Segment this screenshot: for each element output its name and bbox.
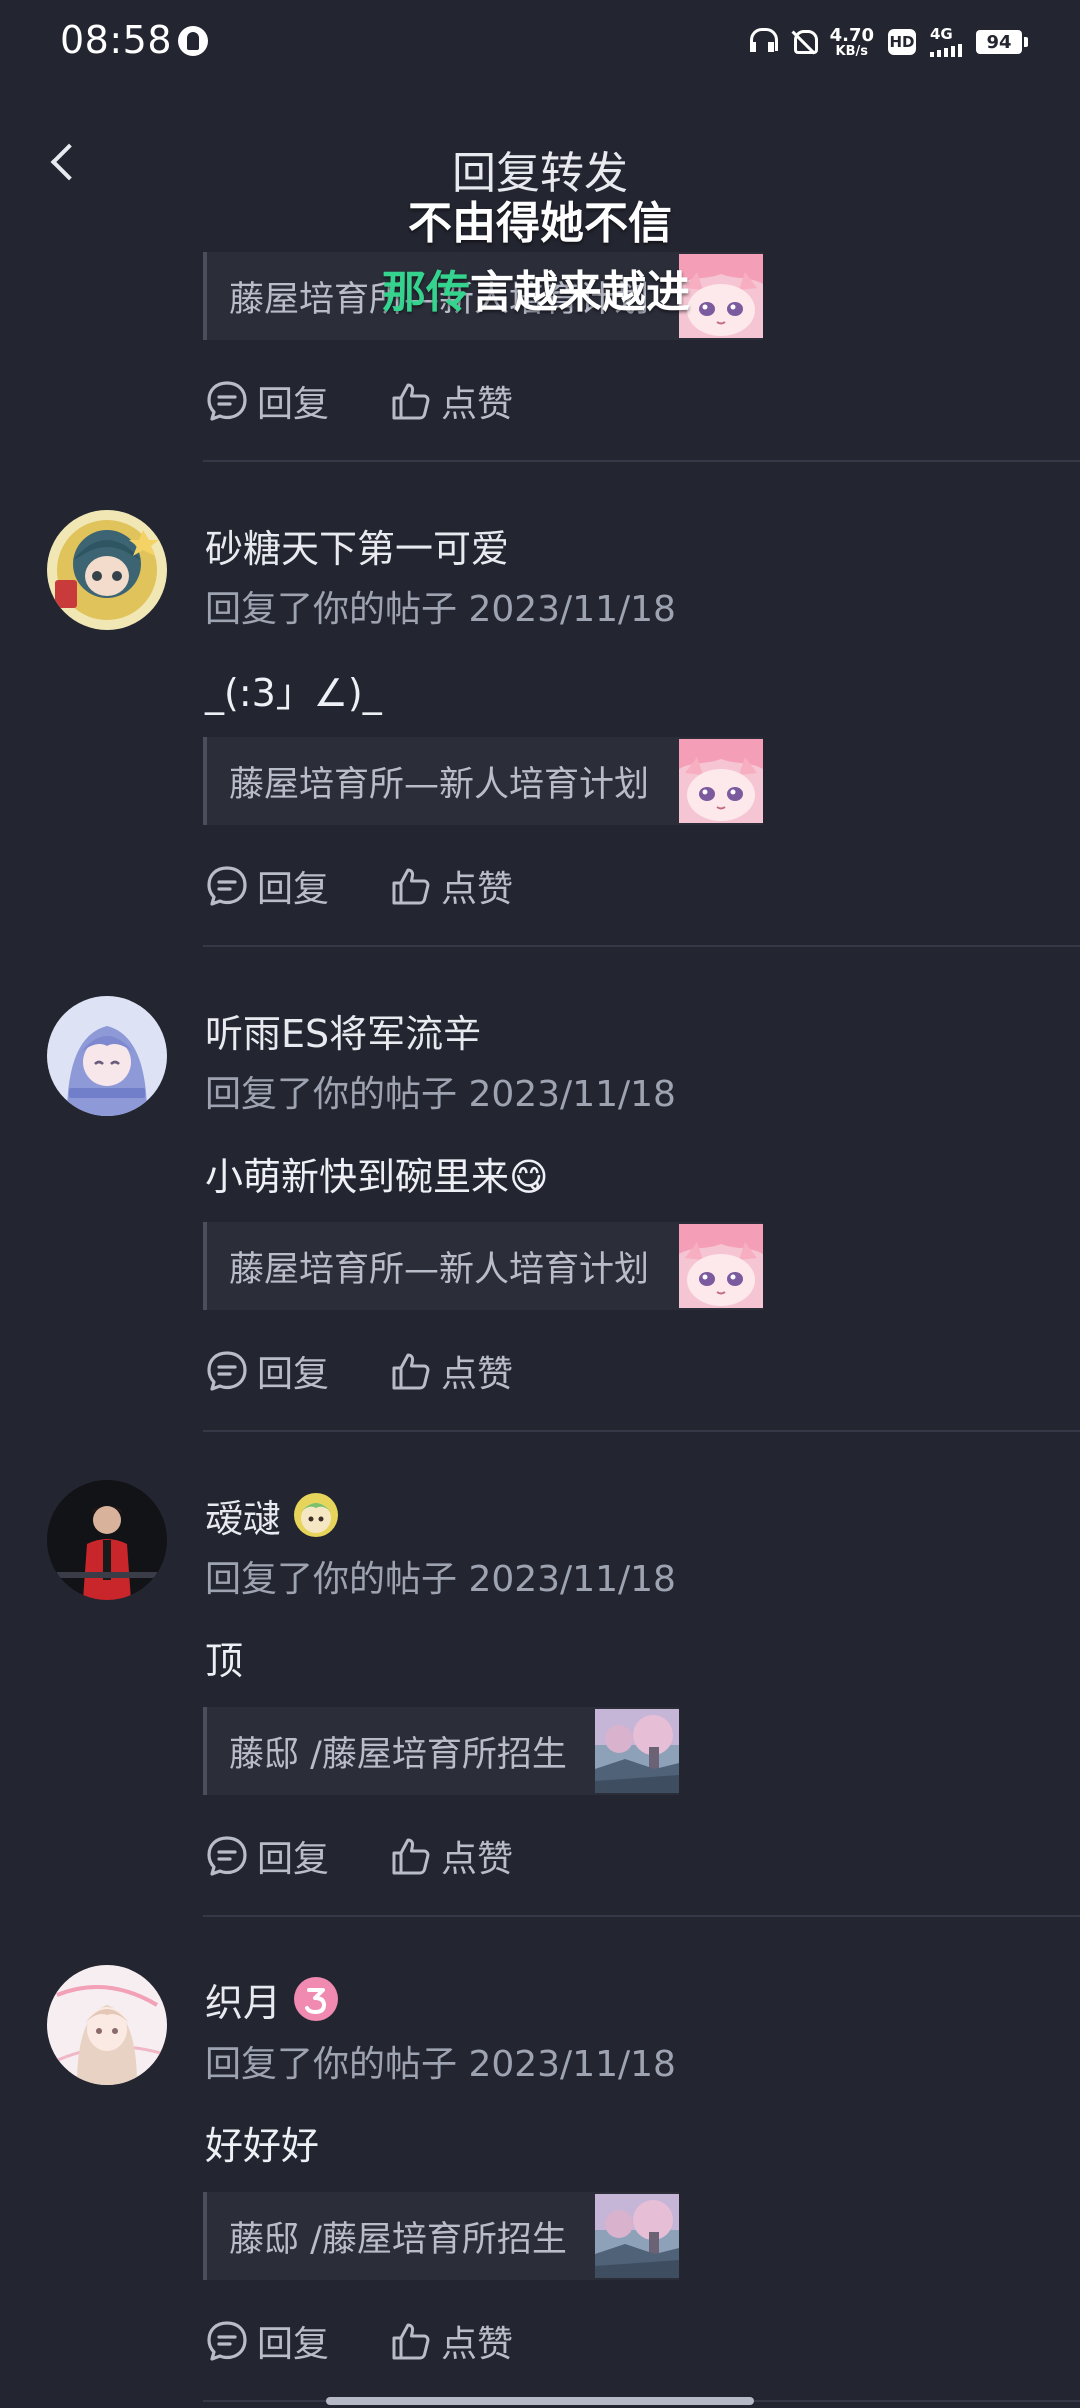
avatar[interactable] bbox=[47, 1480, 167, 1600]
comment-icon bbox=[205, 864, 249, 908]
reply-content: 顶 bbox=[205, 1639, 244, 1683]
avatar[interactable] bbox=[47, 996, 167, 1116]
like-button[interactable]: 点赞 bbox=[389, 1345, 513, 1397]
reply-author-name[interactable]: 叆叇 bbox=[205, 1488, 339, 1543]
comment-icon bbox=[205, 379, 249, 423]
comment-icon bbox=[205, 1349, 249, 1393]
quote-thumbnail bbox=[679, 739, 763, 823]
like-label: 点赞 bbox=[441, 1839, 514, 1880]
reply-button[interactable]: 回复 bbox=[205, 1830, 329, 1882]
video-caption-rest: 言越来越进 bbox=[470, 267, 690, 318]
thumbs-up-icon bbox=[389, 1834, 433, 1878]
reply-meta: 回复了你的帖子 2023/11/18 bbox=[205, 1074, 676, 1115]
reply-button[interactable]: 回复 bbox=[205, 1345, 329, 1397]
action-bar: 回复 点赞 bbox=[205, 861, 513, 911]
quote-thumbnail bbox=[679, 254, 763, 338]
video-caption-highlight: 那传 bbox=[382, 267, 470, 318]
thumbs-up-icon bbox=[389, 864, 433, 908]
reply-author-name[interactable]: 听雨ES将军流辛 bbox=[205, 1003, 481, 1058]
reply-meta: 回复了你的帖子 2023/11/18 bbox=[205, 589, 676, 630]
reply-label: 回复 bbox=[257, 2324, 330, 2365]
quote-card[interactable]: 藤屋培育所—新人培育计划 bbox=[203, 737, 763, 825]
level-badge-icon bbox=[294, 1977, 339, 2021]
divider bbox=[203, 1430, 1080, 1432]
quote-text: 藤邸 /藤屋培育所招生 bbox=[229, 2219, 567, 2260]
reply-content: _(:3」∠)_ bbox=[205, 671, 382, 715]
home-indicator[interactable] bbox=[326, 2397, 754, 2405]
reply-button[interactable]: 回复 bbox=[205, 375, 329, 427]
avatar[interactable] bbox=[47, 1965, 167, 2085]
divider bbox=[203, 1915, 1080, 1917]
quote-thumbnail bbox=[595, 2194, 679, 2278]
quote-text: 藤屋培育所—新人培育计划 bbox=[229, 1249, 650, 1290]
thumbs-up-icon bbox=[389, 1349, 433, 1393]
divider bbox=[203, 945, 1080, 947]
quote-text: 藤邸 /藤屋培育所招生 bbox=[229, 1734, 567, 1775]
reply-meta: 回复了你的帖子 2023/11/18 bbox=[205, 2044, 676, 2085]
reply-author-name-text: 叆叇 bbox=[205, 1497, 282, 1541]
reply-label: 回复 bbox=[257, 869, 330, 910]
like-label: 点赞 bbox=[441, 1354, 514, 1395]
like-button[interactable]: 点赞 bbox=[389, 1830, 513, 1882]
action-bar: 回复 点赞 bbox=[205, 2316, 513, 2366]
quote-thumbnail bbox=[679, 1224, 763, 1308]
like-label: 点赞 bbox=[441, 384, 514, 425]
thumbs-up-icon bbox=[389, 2319, 433, 2363]
like-button[interactable]: 点赞 bbox=[389, 375, 513, 427]
quote-card[interactable]: 藤屋培育所—新人培育计划 bbox=[203, 1222, 763, 1310]
action-bar: 回复 点赞 bbox=[205, 1346, 513, 1396]
reply-label: 回复 bbox=[257, 384, 330, 425]
comment-icon bbox=[205, 2319, 249, 2363]
like-label: 点赞 bbox=[441, 869, 514, 910]
like-label: 点赞 bbox=[441, 2324, 514, 2365]
action-bar: 回复 点赞 bbox=[205, 376, 513, 426]
reply-content: 好好好 bbox=[205, 2124, 320, 2168]
divider bbox=[203, 460, 1080, 462]
action-bar: 回复 点赞 bbox=[205, 1831, 513, 1881]
quote-text: 藤屋培育所—新人培育计划 bbox=[229, 764, 650, 805]
avatar-badge-icon bbox=[294, 1493, 339, 1537]
quote-card[interactable]: 藤邸 /藤屋培育所招生 bbox=[203, 1707, 679, 1795]
quote-thumbnail bbox=[595, 1709, 679, 1793]
reply-label: 回复 bbox=[257, 1839, 330, 1880]
thumbs-up-icon bbox=[389, 379, 433, 423]
reply-content: 小萌新快到碗里来😋 bbox=[205, 1155, 549, 1199]
reply-meta: 回复了你的帖子 2023/11/18 bbox=[205, 1559, 676, 1600]
comment-icon bbox=[205, 1834, 249, 1878]
avatar[interactable] bbox=[47, 510, 167, 630]
reply-author-name[interactable]: 织月 bbox=[205, 1972, 339, 2027]
like-button[interactable]: 点赞 bbox=[389, 2315, 513, 2367]
reply-button[interactable]: 回复 bbox=[205, 2315, 329, 2367]
video-caption-line1: 不由得她不信 bbox=[408, 198, 672, 249]
reply-author-name-text: 织月 bbox=[205, 1981, 282, 2025]
reply-button[interactable]: 回复 bbox=[205, 860, 329, 912]
video-caption-line2: 那传言越来越进 bbox=[382, 256, 690, 320]
quote-card[interactable]: 藤邸 /藤屋培育所招生 bbox=[203, 2192, 679, 2280]
reply-author-name[interactable]: 砂糖天下第一可爱 bbox=[205, 518, 509, 573]
like-button[interactable]: 点赞 bbox=[389, 860, 513, 912]
reply-label: 回复 bbox=[257, 1354, 330, 1395]
